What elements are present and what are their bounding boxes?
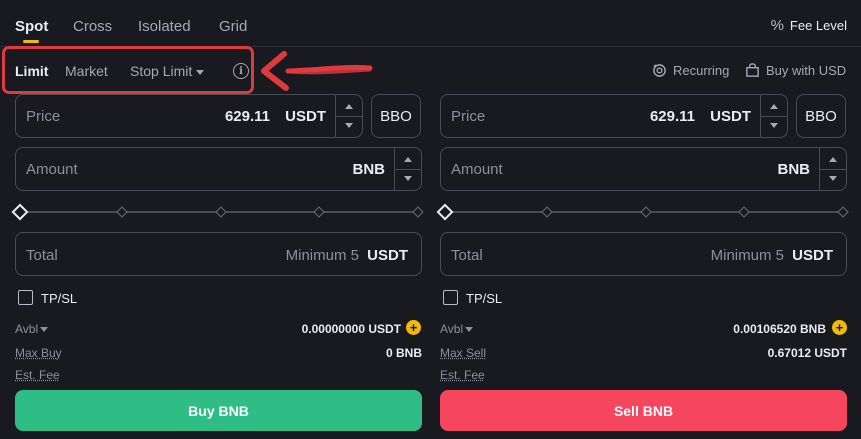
sell-tpsl-label: TP/SL <box>466 291 503 306</box>
recurring-label: Recurring <box>673 63 730 78</box>
tab-isolated[interactable]: Isolated <box>138 18 191 35</box>
buy-amount-unit: BNB <box>352 161 386 178</box>
buy-slider-mark[interactable] <box>412 206 424 218</box>
stepper-up-icon[interactable] <box>770 104 778 109</box>
stepper-down-icon[interactable] <box>770 123 778 128</box>
shopping-bag-icon <box>746 63 759 77</box>
buy-amount-field[interactable]: Amount BNB <box>15 147 422 191</box>
sell-slider-mark[interactable] <box>541 206 553 218</box>
sell-slider-mark[interactable] <box>738 206 750 218</box>
sell-price-label: Price <box>451 108 486 125</box>
buy-with-usd-label: Buy with USD <box>766 63 847 78</box>
fee-level-link[interactable]: % Fee Level <box>771 17 847 34</box>
buy-price-stepper[interactable] <box>335 95 362 137</box>
stepper-up-icon[interactable] <box>345 104 353 109</box>
buy-avbl-value: 0.00000000 USDT <box>301 322 401 336</box>
sell-total-label: Total <box>451 247 483 264</box>
buy-total-unit: USDT <box>367 247 408 264</box>
chevron-down-icon <box>465 327 474 333</box>
buy-amount-stepper[interactable] <box>394 148 421 190</box>
fee-level-label: Fee Level <box>789 18 847 33</box>
sell-amount-stepper[interactable] <box>819 148 846 190</box>
buy-amount-label: Amount <box>26 161 78 178</box>
buy-slider-mark[interactable] <box>116 206 128 218</box>
sell-slider-mark[interactable] <box>640 206 652 218</box>
sell-amount-field[interactable]: Amount BNB <box>440 147 847 191</box>
sell-total-field[interactable]: Total Minimum 5 USDT <box>440 232 847 276</box>
active-tab-indicator <box>23 40 39 43</box>
annotation-highlight-box <box>2 46 254 94</box>
buy-total-field[interactable]: Total Minimum 5 USDT <box>15 232 422 276</box>
sell-amount-unit: BNB <box>777 161 811 178</box>
buy-price-value: 629.11 <box>224 108 270 125</box>
buy-total-placeholder: Minimum 5 <box>285 247 359 264</box>
stepper-up-icon[interactable] <box>404 157 412 162</box>
sell-price-unit: USDT <box>710 108 751 125</box>
buy-with-usd-link[interactable]: Buy with USD <box>745 63 846 78</box>
buy-tpsl-label: TP/SL <box>41 291 78 306</box>
recurring-icon <box>653 64 666 77</box>
stepper-down-icon[interactable] <box>404 176 412 181</box>
stepper-up-icon[interactable] <box>829 157 837 162</box>
sell-avbl-value: 0.00106520 BNB <box>733 322 826 336</box>
sell-total-unit: USDT <box>792 247 833 264</box>
buy-avbl-label[interactable]: Avbl <box>15 322 49 336</box>
buy-deposit-plus-icon[interactable]: + <box>406 320 421 335</box>
sell-slider-mark[interactable] <box>837 206 849 218</box>
buy-max-value: 0 BNB <box>385 346 422 360</box>
tab-spot[interactable]: Spot <box>15 18 48 35</box>
buy-price-field[interactable]: Price 629.11 USDT <box>15 94 363 138</box>
buy-slider-mark[interactable] <box>215 206 227 218</box>
sell-avbl-label[interactable]: Avbl <box>440 322 474 336</box>
sell-price-stepper[interactable] <box>760 95 787 137</box>
sell-deposit-plus-icon[interactable]: + <box>832 320 847 335</box>
buy-tpsl-checkbox[interactable] <box>18 290 33 305</box>
buy-slider-handle[interactable] <box>11 203 29 221</box>
buy-bnb-button[interactable]: Buy BNB <box>15 390 422 431</box>
percent-icon: % <box>770 17 784 34</box>
tab-grid[interactable]: Grid <box>219 18 247 35</box>
stepper-down-icon[interactable] <box>829 176 837 181</box>
sell-bnb-button[interactable]: Sell BNB <box>440 390 847 431</box>
tab-cross[interactable]: Cross <box>73 18 112 35</box>
buy-fee-label: Est. Fee <box>15 368 60 382</box>
sell-max-label: Max Sell <box>440 346 487 360</box>
sell-max-value: 0.67012 USDT <box>767 346 847 360</box>
chevron-down-icon <box>40 327 49 333</box>
sell-slider-handle[interactable] <box>436 203 454 221</box>
stepper-down-icon[interactable] <box>345 123 353 128</box>
recurring-link[interactable]: Recurring <box>652 63 729 78</box>
sell-bbo-button[interactable]: BBO <box>796 94 846 138</box>
buy-price-label: Price <box>26 108 61 125</box>
buy-price-unit: USDT <box>285 108 326 125</box>
sell-price-value: 629.11 <box>649 108 695 125</box>
buy-bbo-button[interactable]: BBO <box>371 94 421 138</box>
sell-fee-label: Est. Fee <box>440 368 485 382</box>
buy-total-label: Total <box>26 247 58 264</box>
buy-max-label: Max Buy <box>15 346 62 360</box>
sell-price-field[interactable]: Price 629.11 USDT <box>440 94 788 138</box>
buy-slider-mark[interactable] <box>313 206 325 218</box>
sell-total-placeholder: Minimum 5 <box>710 247 784 264</box>
sell-tpsl-checkbox[interactable] <box>443 290 458 305</box>
sell-amount-label: Amount <box>451 161 503 178</box>
annotation-arrow <box>261 51 373 91</box>
